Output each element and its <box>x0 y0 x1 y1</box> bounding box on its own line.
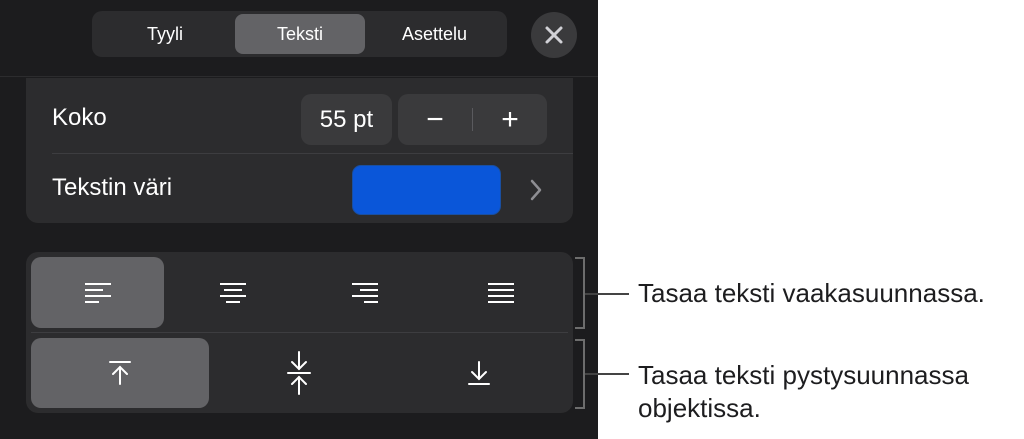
align-middle-icon <box>287 351 311 395</box>
format-panel: Tyyli Teksti Asettelu Koko 55 pt − + Tek… <box>0 0 598 439</box>
font-size-stepper: − + <box>398 94 547 145</box>
format-tab-bar: Tyyli Teksti Asettelu <box>92 11 507 57</box>
align-left-button[interactable] <box>31 257 164 328</box>
align-center-button[interactable] <box>166 257 299 328</box>
horizontal-callout-line <box>585 293 629 295</box>
align-middle-button[interactable] <box>210 338 388 408</box>
header-divider <box>0 76 598 77</box>
row-separator <box>52 153 573 154</box>
size-label: Koko <box>52 104 107 131</box>
align-right-button[interactable] <box>298 257 431 328</box>
tab-text[interactable]: Teksti <box>235 14 365 54</box>
increase-size-button[interactable]: + <box>473 94 547 145</box>
alignment-separator <box>31 332 568 333</box>
align-top-icon <box>109 361 131 385</box>
font-size-value[interactable]: 55 pt <box>301 94 392 145</box>
decrease-size-button[interactable]: − <box>398 94 472 145</box>
align-left-icon <box>84 282 111 303</box>
align-top-button[interactable] <box>31 338 209 408</box>
vertical-callout-bracket <box>575 339 585 409</box>
vertical-callout-text-2: objektissa. <box>638 393 761 423</box>
align-bottom-icon <box>467 361 490 385</box>
close-button[interactable] <box>531 12 577 58</box>
horizontal-callout-bracket <box>575 257 585 329</box>
horizontal-callout-text: Tasaa teksti vaakasuunnassa. <box>638 278 985 308</box>
close-icon <box>545 26 563 44</box>
align-right-icon <box>351 282 378 303</box>
tab-arrange[interactable]: Asettelu <box>365 14 504 54</box>
alignment-group <box>26 252 573 413</box>
tab-style[interactable]: Tyyli <box>95 14 235 54</box>
text-color-swatch[interactable] <box>352 165 501 215</box>
align-center-icon <box>219 282 246 303</box>
vertical-callout-line <box>585 373 629 375</box>
text-color-label: Tekstin väri <box>52 174 173 201</box>
align-bottom-button[interactable] <box>389 338 568 408</box>
justify-button[interactable] <box>433 257 568 328</box>
chevron-right-icon[interactable] <box>529 177 543 208</box>
justify-icon <box>487 282 514 303</box>
vertical-callout-text-1: Tasaa teksti pystysuunnassa <box>638 360 969 390</box>
